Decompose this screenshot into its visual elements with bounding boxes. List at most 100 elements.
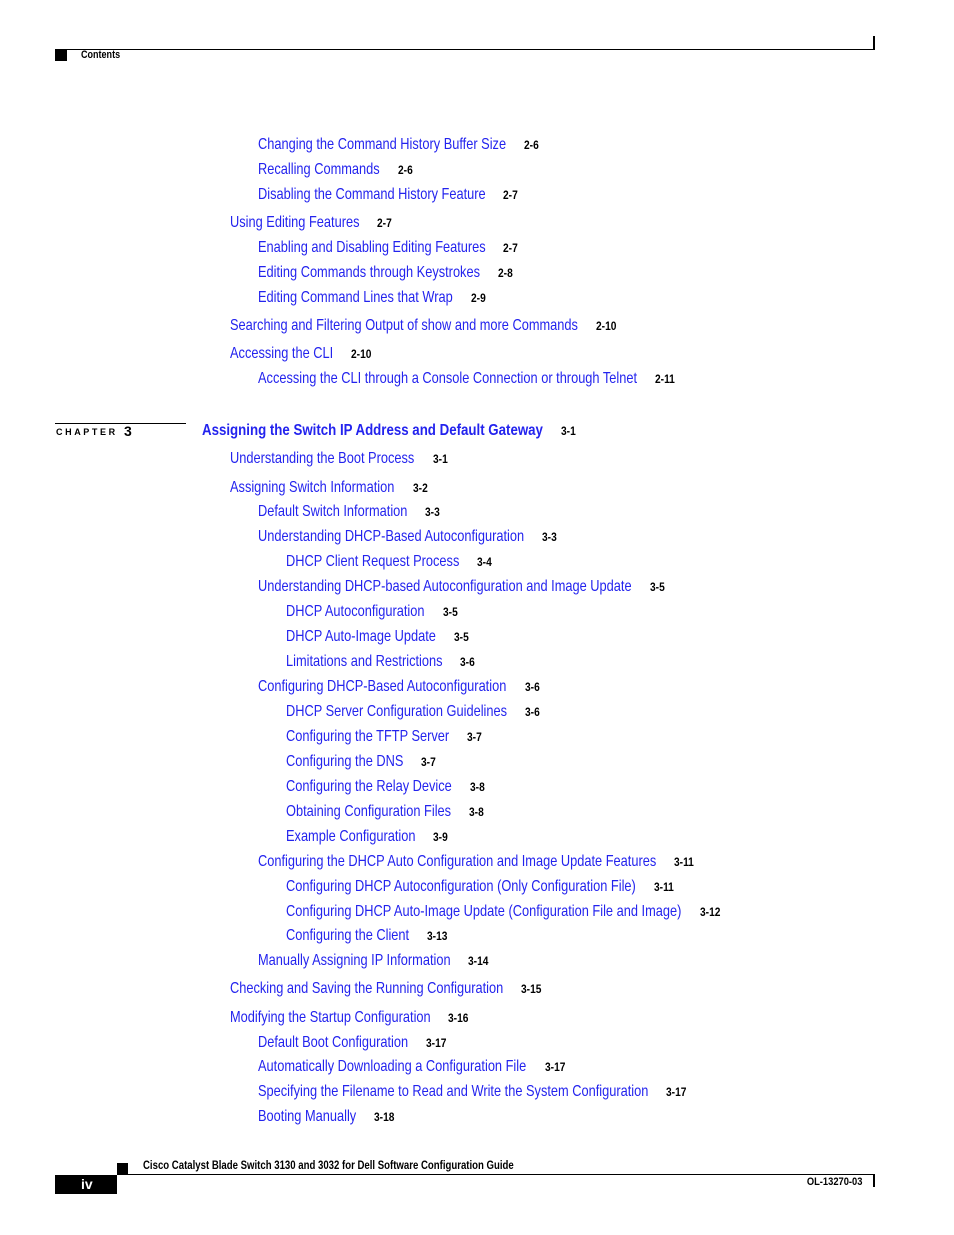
toc-entry-page[interactable]: 3-7 (467, 728, 482, 746)
toc-entry-page[interactable]: 3-2 (413, 479, 428, 497)
toc-entry[interactable]: Specifying the Filename to Read and Writ… (258, 1083, 690, 1101)
toc-entry-title[interactable]: Configuring DHCP-Based Autoconfiguration (258, 678, 506, 696)
toc-entry[interactable]: Configuring the DHCP Auto Configuration … (258, 853, 697, 871)
toc-entry[interactable]: Configuring the TFTP Server 3-7 (286, 728, 484, 746)
toc-entry-page[interactable]: 3-18 (374, 1108, 394, 1126)
toc-entry[interactable]: Manually Assigning IP Information 3-14 (258, 952, 492, 970)
toc-entry-title[interactable]: Disabling the Command History Feature (258, 186, 486, 204)
toc-entry-title[interactable]: Searching and Filtering Output of show a… (230, 317, 578, 335)
toc-entry[interactable]: Example Configuration 3-9 (286, 828, 451, 846)
toc-entry-title[interactable]: Checking and Saving the Running Configur… (230, 980, 503, 998)
toc-entry-page[interactable]: 3-6 (525, 703, 540, 721)
toc-entry-page[interactable]: 2-9 (471, 289, 486, 307)
toc-entry-page[interactable]: 3-17 (426, 1034, 446, 1052)
toc-entry[interactable]: Assigning Switch Information 3-2 (230, 479, 430, 497)
toc-entry-page[interactable]: 3-8 (469, 803, 484, 821)
toc-entry[interactable]: Using Editing Features 2-7 (230, 214, 395, 232)
toc-entry[interactable]: Configuring the Relay Device 3-8 (286, 778, 487, 796)
toc-entry-title[interactable]: Configuring the TFTP Server (286, 728, 449, 746)
toc-entry-title[interactable]: Example Configuration (286, 828, 416, 846)
toc-entry-title[interactable]: Configuring DHCP Auto-Image Update (Conf… (286, 903, 681, 921)
toc-entry[interactable]: Obtaining Configuration Files 3-8 (286, 803, 487, 821)
toc-entry[interactable]: Configuring DHCP Autoconfiguration (Only… (286, 878, 677, 896)
toc-entry-page[interactable]: 2-8 (498, 264, 513, 282)
toc-entry-page[interactable]: 2-6 (524, 136, 539, 154)
toc-entry-title[interactable]: Editing Command Lines that Wrap (258, 289, 453, 307)
toc-entry-page[interactable]: 2-7 (377, 214, 392, 232)
toc-entry-page[interactable]: 3-6 (525, 678, 540, 696)
toc-entry-page[interactable]: 3-16 (448, 1009, 468, 1027)
toc-entry-page[interactable]: 2-6 (398, 161, 413, 179)
toc-entry-title[interactable]: Accessing the CLI through a Console Conn… (258, 370, 637, 388)
toc-entry-page[interactable]: 3-1 (561, 422, 576, 440)
toc-entry-title[interactable]: Changing the Command History Buffer Size (258, 136, 506, 154)
toc-entry-title[interactable]: Limitations and Restrictions (286, 653, 443, 671)
toc-entry[interactable]: Changing the Command History Buffer Size… (258, 136, 541, 154)
toc-entry-title[interactable]: Understanding DHCP-Based Autoconfigurati… (258, 528, 524, 546)
toc-entry-title[interactable]: Understanding the Boot Process (230, 450, 414, 468)
toc-entry[interactable]: Accessing the CLI through a Console Conn… (258, 370, 678, 388)
toc-entry-page[interactable]: 3-5 (443, 603, 458, 621)
toc-entry-title[interactable]: Assigning Switch Information (230, 479, 394, 497)
toc-entry-title[interactable]: Configuring the Relay Device (286, 778, 452, 796)
toc-entry[interactable]: Automatically Downloading a Configuratio… (258, 1058, 569, 1076)
toc-entry[interactable]: Configuring the Client 3-13 (286, 927, 451, 945)
toc-entry[interactable]: DHCP Client Request Process 3-4 (286, 553, 494, 571)
toc-chapter-entry[interactable]: Assigning the Switch IP Address and Defa… (202, 422, 578, 440)
toc-entry[interactable]: Configuring DHCP-Based Autoconfiguration… (258, 678, 542, 696)
toc-entry[interactable]: DHCP Autoconfiguration 3-5 (286, 603, 460, 621)
toc-entry-page[interactable]: 2-10 (351, 345, 371, 363)
toc-entry[interactable]: Searching and Filtering Output of show a… (230, 317, 620, 335)
toc-entry-page[interactable]: 3-6 (460, 653, 475, 671)
toc-entry-title[interactable]: Assigning the Switch IP Address and Defa… (202, 422, 543, 440)
toc-entry-page[interactable]: 3-17 (666, 1083, 686, 1101)
toc-entry[interactable]: Configuring DHCP Auto-Image Update (Conf… (286, 903, 724, 921)
toc-entry-page[interactable]: 3-11 (674, 853, 694, 871)
toc-entry-page[interactable]: 3-13 (427, 927, 447, 945)
toc-entry-title[interactable]: Accessing the CLI (230, 345, 333, 363)
toc-entry-title[interactable]: Specifying the Filename to Read and Writ… (258, 1083, 648, 1101)
toc-entry[interactable]: Limitations and Restrictions 3-6 (286, 653, 478, 671)
toc-entry[interactable]: Understanding the Boot Process 3-1 (230, 450, 450, 468)
toc-entry-title[interactable]: DHCP Auto-Image Update (286, 628, 436, 646)
toc-entry[interactable]: Editing Command Lines that Wrap 2-9 (258, 289, 488, 307)
toc-entry-title[interactable]: Default Boot Configuration (258, 1034, 408, 1052)
toc-entry[interactable]: Accessing the CLI 2-10 (230, 345, 375, 363)
toc-entry-page[interactable]: 3-8 (470, 778, 485, 796)
toc-entry[interactable]: Checking and Saving the Running Configur… (230, 980, 545, 998)
toc-entry-title[interactable]: Understanding DHCP-based Autoconfigurati… (258, 578, 632, 596)
toc-entry[interactable]: Understanding DHCP-based Autoconfigurati… (258, 578, 667, 596)
toc-entry-title[interactable]: DHCP Autoconfiguration (286, 603, 425, 621)
toc-entry[interactable]: Editing Commands through Keystrokes 2-8 (258, 264, 516, 282)
toc-entry-title[interactable]: Booting Manually (258, 1108, 356, 1126)
toc-entry-page[interactable]: 2-11 (655, 370, 675, 388)
toc-entry[interactable]: Recalling Commands 2-6 (258, 161, 415, 179)
toc-entry-page[interactable]: 3-3 (425, 503, 440, 521)
toc-entry[interactable]: Booting Manually 3-18 (258, 1108, 398, 1126)
toc-entry[interactable]: Default Boot Configuration 3-17 (258, 1034, 450, 1052)
toc-entry-page[interactable]: 3-11 (654, 878, 674, 896)
toc-entry-title[interactable]: DHCP Server Configuration Guidelines (286, 703, 507, 721)
toc-entry-title[interactable]: Configuring the DHCP Auto Configuration … (258, 853, 656, 871)
toc-entry[interactable]: Configuring the DNS 3-7 (286, 753, 439, 771)
toc-entry-page[interactable]: 3-12 (700, 903, 720, 921)
toc-entry-title[interactable]: Obtaining Configuration Files (286, 803, 451, 821)
toc-entry-title[interactable]: Default Switch Information (258, 503, 407, 521)
toc-entry[interactable]: Modifying the Startup Configuration 3-16 (230, 1009, 473, 1027)
toc-entry-page[interactable]: 2-7 (503, 186, 518, 204)
toc-entry[interactable]: Enabling and Disabling Editing Features 2… (258, 239, 521, 257)
toc-entry-title[interactable]: Automatically Downloading a Configuratio… (258, 1058, 526, 1076)
toc-entry-title[interactable]: Modifying the Startup Configuration (230, 1009, 431, 1027)
toc-entry-page[interactable]: 3-9 (433, 828, 448, 846)
toc-entry-title[interactable]: Editing Commands through Keystrokes (258, 264, 480, 282)
toc-entry-title[interactable]: Configuring the DNS (286, 753, 403, 771)
toc-entry[interactable]: Understanding DHCP-Based Autoconfigurati… (258, 528, 559, 546)
toc-entry-page[interactable]: 3-5 (650, 578, 665, 596)
toc-entry-title[interactable]: Configuring DHCP Autoconfiguration (Only… (286, 878, 636, 896)
toc-entry-page[interactable]: 3-15 (521, 980, 541, 998)
toc-entry-title[interactable]: Manually Assigning IP Information (258, 952, 451, 970)
toc-entry-page[interactable]: 3-5 (454, 628, 469, 646)
toc-entry-page[interactable]: 2-10 (596, 317, 616, 335)
toc-entry-page[interactable]: 3-14 (468, 952, 488, 970)
toc-entry[interactable]: Disabling the Command History Feature 2-7 (258, 186, 521, 204)
